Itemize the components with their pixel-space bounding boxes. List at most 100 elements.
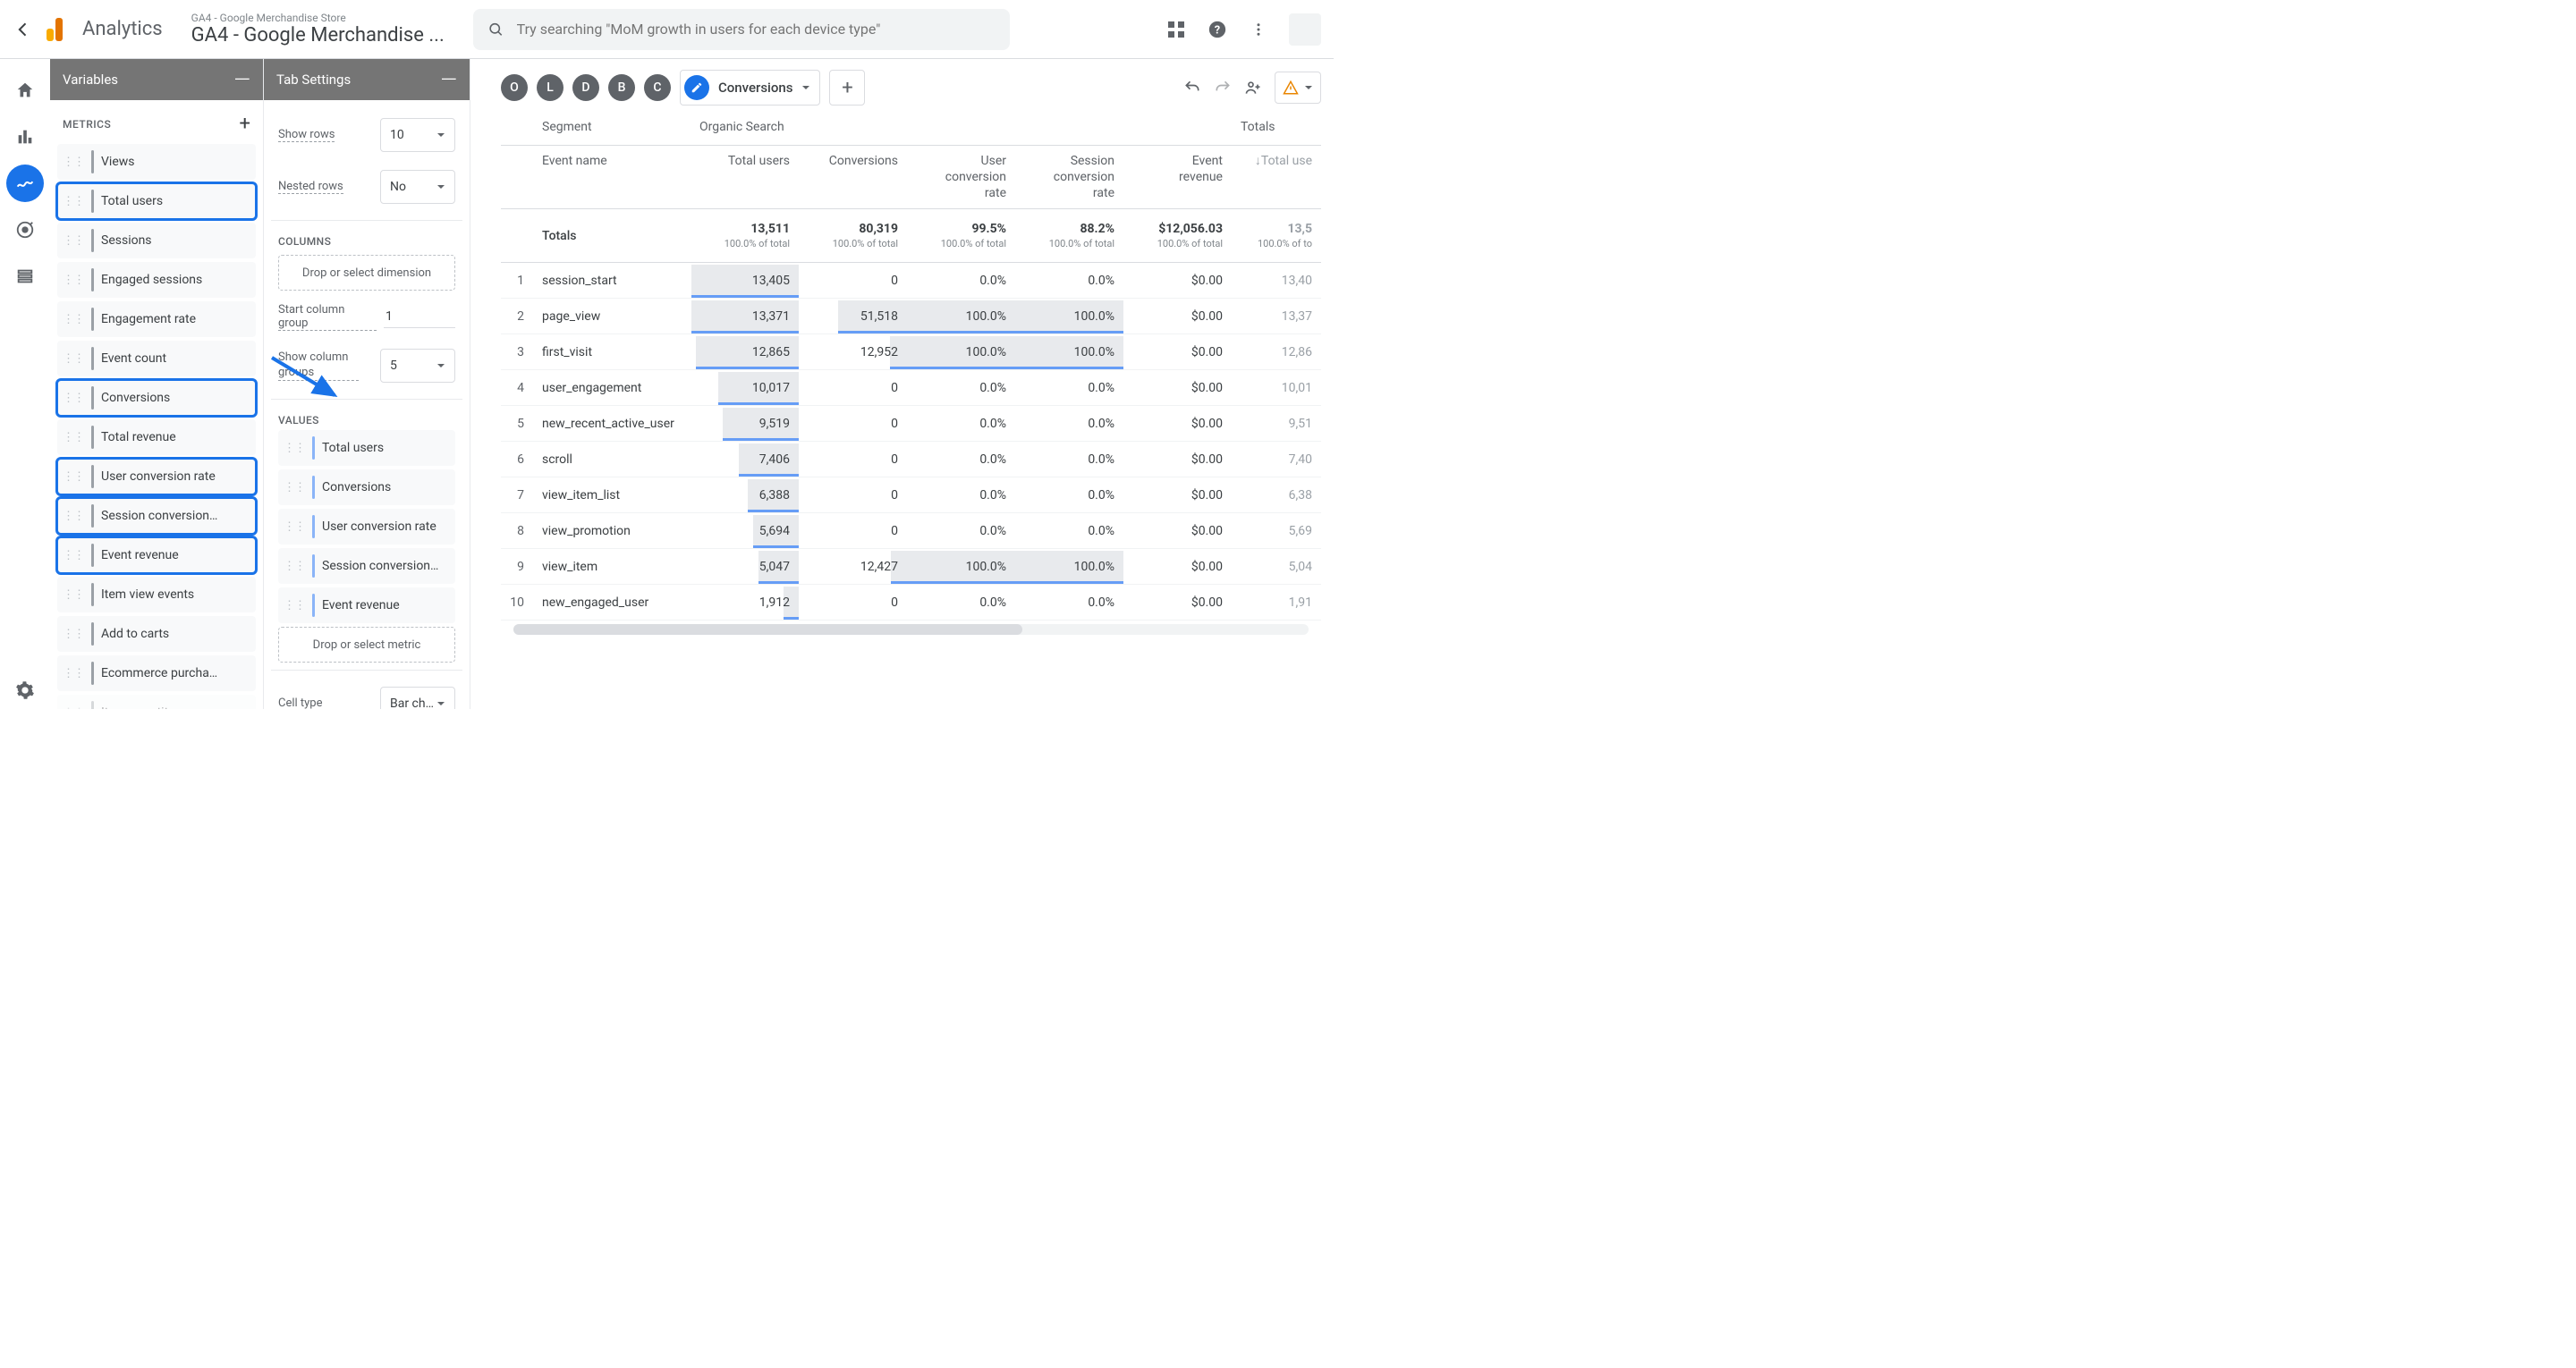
table-row[interactable]: 8view_promotion5,69400.0%0.0%$0.005,69 <box>501 513 1321 549</box>
metric-chip[interactable]: ⋮⋮Add to carts <box>57 616 256 652</box>
horizontal-scrollbar[interactable] <box>513 624 1309 635</box>
start-col-input[interactable] <box>384 306 455 328</box>
drag-handle-icon[interactable]: ⋮⋮ <box>63 352 84 366</box>
nav-advertising[interactable] <box>6 211 44 249</box>
nav-explore[interactable] <box>6 165 44 202</box>
collapse-variables-icon[interactable]: — <box>233 69 250 90</box>
edit-tab-icon[interactable] <box>684 75 709 100</box>
tab-circle-o[interactable]: O <box>501 74 528 101</box>
metric-chip[interactable]: ⋮⋮ Conversions <box>57 380 256 416</box>
drag-handle-icon[interactable]: ⋮⋮ <box>63 195 84 208</box>
add-tab-button[interactable]: + <box>829 70 865 106</box>
app-switcher-icon[interactable] <box>1165 19 1187 40</box>
variables-panel: Variables — METRICS + ⋮⋮Views⋮⋮Total use… <box>50 59 263 709</box>
event-name-cell: page_view <box>533 299 691 334</box>
tab-circle-b[interactable]: B <box>608 74 635 101</box>
metric-column-header[interactable]: Userconversionrate <box>907 145 1015 209</box>
collapse-tabsettings-icon[interactable]: — <box>440 69 457 90</box>
metric-chip[interactable]: ⋮⋮ Event count <box>57 341 256 376</box>
drag-handle-icon[interactable]: ⋮⋮ <box>63 510 84 523</box>
help-icon[interactable]: ? <box>1207 19 1228 40</box>
metric-label: Conversions <box>101 391 170 405</box>
metric-label: Event count <box>101 351 166 366</box>
drag-handle-icon[interactable]: ⋮⋮ <box>284 520 305 534</box>
columns-dropzone[interactable]: Drop or select dimension <box>278 255 455 291</box>
metric-chip[interactable]: ⋮⋮User conversion rate <box>57 459 256 494</box>
show-col-groups-select[interactable]: 5 <box>380 349 455 383</box>
table-row[interactable]: 3first_visit12,86512,952100.0%100.0%$0.0… <box>501 334 1321 370</box>
metric-chip[interactable]: ⋮⋮Item quantity <box>57 695 256 709</box>
drag-handle-icon[interactable]: ⋮⋮ <box>284 442 305 455</box>
drag-handle-icon[interactable]: ⋮⋮ <box>63 706 84 710</box>
metric-chip[interactable]: ⋮⋮Total revenue <box>57 419 256 455</box>
redo-icon[interactable] <box>1214 79 1232 97</box>
table-row[interactable]: 1session_start13,40500.0%0.0%$0.0013,40 <box>501 263 1321 299</box>
search-box[interactable] <box>473 9 1010 50</box>
drag-handle-icon[interactable]: ⋮⋮ <box>63 470 84 484</box>
event-name-header[interactable]: Event name <box>533 145 691 209</box>
metric-column-header[interactable]: Conversions <box>799 145 907 209</box>
drag-handle-icon[interactable]: ⋮⋮ <box>63 313 84 326</box>
add-metric-icon[interactable]: + <box>240 113 250 135</box>
drag-handle-icon[interactable]: ⋮⋮ <box>63 156 84 169</box>
nav-home[interactable] <box>6 72 44 109</box>
metric-cell: 0.0% <box>1015 263 1123 299</box>
value-chip[interactable]: ⋮⋮Event revenue <box>278 587 455 623</box>
avatar[interactable] <box>1289 13 1321 46</box>
table-row[interactable]: 7view_item_list6,38800.0%0.0%$0.006,38 <box>501 477 1321 513</box>
drag-handle-icon[interactable]: ⋮⋮ <box>63 667 84 680</box>
drag-handle-icon[interactable]: ⋮⋮ <box>63 392 84 405</box>
table-row[interactable]: 10new_engaged_user1,91200.0%0.0%$0.001,9… <box>501 585 1321 621</box>
metric-column-header[interactable]: Total users <box>691 145 799 209</box>
drag-handle-icon[interactable]: ⋮⋮ <box>63 431 84 444</box>
segment-header: Segment <box>533 113 691 145</box>
share-icon[interactable] <box>1244 79 1262 97</box>
value-chip[interactable]: ⋮⋮Conversions <box>278 469 455 505</box>
drag-handle-icon[interactable]: ⋮⋮ <box>284 560 305 573</box>
metric-chip[interactable]: ⋮⋮Sessions <box>57 223 256 258</box>
celltype-select[interactable]: Bar ch… <box>380 687 455 709</box>
metric-chip[interactable]: ⋮⋮Engaged sessions <box>57 262 256 298</box>
nav-admin[interactable] <box>6 671 44 709</box>
more-menu-icon[interactable] <box>1248 19 1269 40</box>
value-chip[interactable]: ⋮⋮Session conversion… <box>278 548 455 584</box>
metric-chip[interactable]: ⋮⋮Ecommerce purcha… <box>57 655 256 691</box>
tab-circle-d[interactable]: D <box>572 74 599 101</box>
tab-circle-l[interactable]: L <box>537 74 564 101</box>
property-selector[interactable]: GA4 - Google Merchandise Store GA4 - Goo… <box>191 12 445 46</box>
values-dropzone[interactable]: Drop or select metric <box>278 627 455 663</box>
drag-handle-icon[interactable]: ⋮⋮ <box>63 588 84 602</box>
nested-rows-select[interactable]: No <box>380 170 455 204</box>
metric-column-header[interactable]: Sessionconversionrate <box>1015 145 1123 209</box>
value-chip[interactable]: ⋮⋮User conversion rate <box>278 509 455 545</box>
table-row[interactable]: 4user_engagement10,01700.0%0.0%$0.0010,0… <box>501 370 1321 406</box>
drag-handle-icon[interactable]: ⋮⋮ <box>284 481 305 494</box>
active-tab-pill[interactable]: Conversions <box>680 70 820 106</box>
metric-chip[interactable]: ⋮⋮Session conversion… <box>57 498 256 534</box>
metric-chip[interactable]: ⋮⋮Views <box>57 144 256 180</box>
table-row[interactable]: 9view_item5,04712,427100.0%100.0%$0.005,… <box>501 549 1321 585</box>
undo-icon[interactable] <box>1183 79 1201 97</box>
nav-configure[interactable] <box>6 258 44 295</box>
search-input[interactable] <box>517 21 996 38</box>
table-row[interactable]: 2page_view13,37151,518100.0%100.0%$0.001… <box>501 299 1321 334</box>
metric-chip[interactable]: ⋮⋮Item view events <box>57 577 256 612</box>
metric-chip[interactable]: ⋮⋮Engagement rate <box>57 301 256 337</box>
table-row[interactable]: 5new_recent_active_user9,51900.0%0.0%$0.… <box>501 406 1321 442</box>
drag-handle-icon[interactable]: ⋮⋮ <box>63 628 84 641</box>
drag-handle-icon[interactable]: ⋮⋮ <box>63 549 84 562</box>
nav-reports[interactable] <box>6 118 44 156</box>
value-chip[interactable]: ⋮⋮Total users <box>278 430 455 466</box>
metric-chip[interactable]: ⋮⋮Total users <box>57 183 256 219</box>
metric-column-header[interactable]: Eventrevenue <box>1123 145 1232 209</box>
back-arrow-icon[interactable] <box>13 19 34 40</box>
sampling-dropdown[interactable] <box>1275 72 1321 104</box>
metric-chip[interactable]: ⋮⋮Event revenue <box>57 537 256 573</box>
table-row[interactable]: 6scroll7,40600.0%0.0%$0.007,40 <box>501 442 1321 477</box>
show-rows-select[interactable]: 10 <box>380 118 455 152</box>
drag-handle-icon[interactable]: ⋮⋮ <box>63 234 84 248</box>
tab-circle-c[interactable]: C <box>644 74 671 101</box>
sort-column-header[interactable]: ↓Total use <box>1232 145 1321 209</box>
drag-handle-icon[interactable]: ⋮⋮ <box>63 274 84 287</box>
drag-handle-icon[interactable]: ⋮⋮ <box>284 599 305 612</box>
